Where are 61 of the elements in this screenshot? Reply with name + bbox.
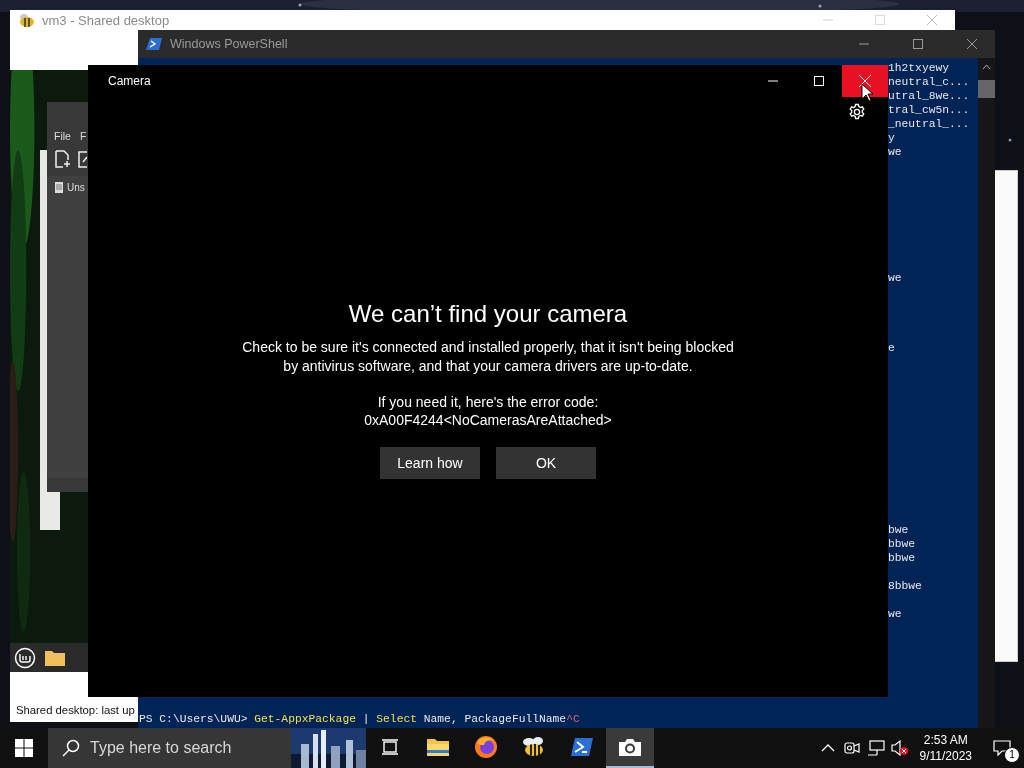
mint-logo-icon[interactable] (14, 646, 36, 669)
ok-button[interactable]: OK (496, 446, 596, 479)
console-line: utral_8we... (888, 90, 970, 102)
close-icon (967, 39, 977, 49)
console-line: tral_cw5n... (888, 104, 970, 116)
settings-button[interactable] (848, 103, 866, 121)
console-line: bwe (888, 524, 909, 536)
console-line: we (888, 272, 902, 284)
window-title: Camera (108, 74, 151, 88)
console-line: bbwe (888, 538, 916, 550)
document-icon (55, 182, 63, 193)
notification-icon (993, 740, 1011, 756)
scrollbar[interactable] (978, 58, 995, 728)
bee-icon (18, 12, 36, 28)
file-name[interactable]: Uns (67, 182, 85, 193)
window-title: Windows PowerShell (170, 37, 288, 51)
learn-button[interactable]: Learn how (380, 446, 480, 479)
task-view-icon (381, 739, 399, 755)
scrollbar-thumb[interactable] (978, 80, 995, 98)
console-line: neutral_c... (888, 76, 970, 88)
heading: We can’t find your camera (348, 299, 628, 328)
notification-button[interactable]: 1 (980, 728, 1024, 768)
close-button[interactable] (842, 65, 888, 97)
folder-icon (426, 737, 450, 757)
taskbar-button[interactable] (606, 728, 654, 768)
clock[interactable]: 2:53 AM 9/11/2023 (911, 728, 980, 768)
menu-item[interactable]: File (54, 130, 71, 142)
menu-item[interactable]: F (79, 130, 87, 142)
error-code: 0xA00F4244<NoCamerasAreAttached> (364, 410, 612, 429)
close-icon (927, 15, 937, 25)
search-bar[interactable]: Type here to search (48, 728, 366, 768)
maximize-icon (875, 15, 885, 25)
notification-count: 1 (1004, 747, 1020, 763)
new-file-icon[interactable] (54, 150, 72, 168)
terminal-icon (570, 737, 594, 757)
close-icon (859, 75, 871, 87)
edit-icon[interactable] (78, 150, 87, 168)
browser-icon (474, 735, 498, 759)
camera-icon (618, 737, 642, 757)
console-line: bbwe (888, 552, 916, 564)
command-line: PS C:\Users\UWU> Get-AppxPackage | Select Name, PackageFullName^C (139, 713, 580, 725)
search-field[interactable]: Type here to search (80, 739, 291, 757)
console-line: _neutral_... (888, 118, 970, 130)
console-line: we (888, 608, 902, 620)
console-line: 8bbwe (888, 580, 922, 592)
folder-icon[interactable] (44, 648, 66, 667)
search-icon (62, 739, 80, 757)
maximize-icon (913, 39, 923, 49)
scroll-up-icon[interactable] (982, 64, 991, 70)
console-line: e (888, 342, 895, 354)
maximize-icon (814, 76, 824, 86)
console-line: y (888, 132, 895, 144)
console-line: we (888, 146, 902, 158)
status-text: Shared desktop: last up (16, 704, 135, 716)
window-title: vm3 - Shared desktop (42, 12, 170, 28)
terminal-icon (146, 37, 162, 51)
windows-logo-icon (15, 739, 33, 757)
console-line: 1h2txyewy (888, 62, 949, 74)
cursor-icon (861, 83, 873, 102)
error-intro: If you need it, here's the error code: (377, 392, 599, 411)
message: Check to be sure it's connected and installed properly, that it isn't being blocked by antivirus software, and that your camera drivers are up-to-date. (241, 337, 735, 376)
